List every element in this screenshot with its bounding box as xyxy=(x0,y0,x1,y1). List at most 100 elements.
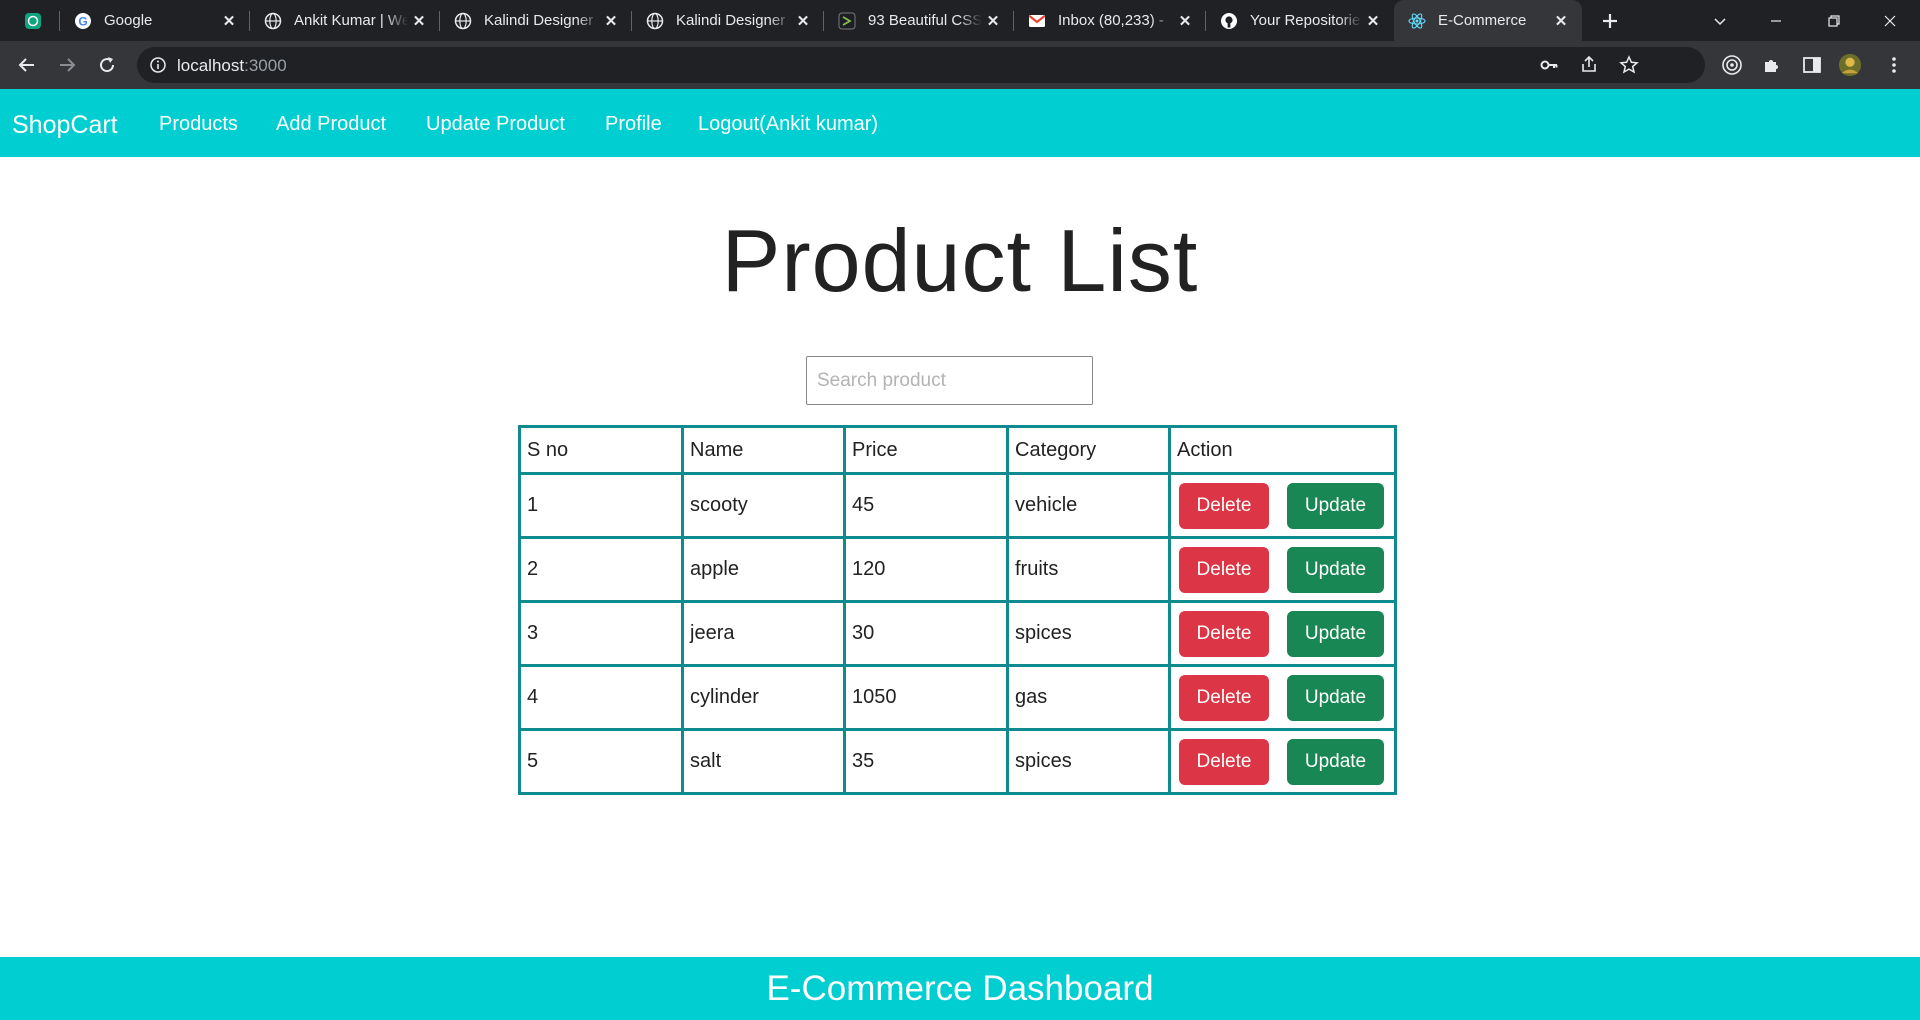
arrow-left-icon xyxy=(18,58,34,72)
cell-price: 30 xyxy=(843,600,1009,667)
header-name: Name xyxy=(681,425,846,475)
side-panel-icon[interactable] xyxy=(1800,53,1824,77)
extensions-puzzle-icon[interactable] xyxy=(1760,53,1784,77)
tab-kalindi-designer-1[interactable]: Kalindi Designer ✕ xyxy=(440,0,632,41)
close-icon[interactable]: ✕ xyxy=(218,10,240,32)
cell-category: spices xyxy=(1006,728,1171,795)
extension-target-icon[interactable] xyxy=(1720,53,1744,77)
share-icon[interactable] xyxy=(1577,53,1601,77)
globe-icon xyxy=(454,12,472,30)
star-icon[interactable] xyxy=(1617,53,1641,77)
globe-icon xyxy=(264,12,282,30)
page-title: Product List xyxy=(721,211,1199,310)
new-tab-button[interactable] xyxy=(1584,0,1636,41)
codepen-icon xyxy=(838,12,856,30)
update-button[interactable]: Update xyxy=(1287,610,1384,657)
search-input[interactable] xyxy=(806,356,1093,405)
tab-kalindi-designer-2[interactable]: Kalindi Designer ✕ xyxy=(632,0,824,41)
footer: E-Commerce Dashboard xyxy=(0,957,1920,1020)
close-icon[interactable]: ✕ xyxy=(408,10,430,32)
close-icon[interactable]: ✕ xyxy=(792,10,814,32)
nav-link-add-product[interactable]: Add Product xyxy=(276,113,386,136)
cell-category: spices xyxy=(1006,600,1171,667)
plus-icon xyxy=(1603,13,1617,28)
cell-category: gas xyxy=(1006,664,1171,731)
tab-search-button[interactable] xyxy=(1692,0,1748,41)
tab-e-commerce[interactable]: E-Commerce ✕ xyxy=(1394,0,1582,41)
tab-gmail[interactable]: Inbox (80,233) - ✕ xyxy=(1014,0,1206,41)
update-button[interactable]: Update xyxy=(1287,546,1384,593)
back-button[interactable] xyxy=(13,51,41,79)
tab-title: Kalindi Designer xyxy=(484,12,594,29)
profile-avatar[interactable] xyxy=(1838,53,1862,77)
brand-logo[interactable]: ShopCart xyxy=(12,111,118,140)
gmail-icon xyxy=(1028,12,1046,30)
delete-button[interactable]: Delete xyxy=(1179,738,1269,785)
table-row: 1 scooty 45 vehicle Delete Update xyxy=(518,472,1397,539)
tab-title: Kalindi Designer xyxy=(676,12,786,29)
nav-link-products[interactable]: Products xyxy=(159,113,238,136)
cell-sno: 3 xyxy=(518,600,684,667)
password-key-icon[interactable] xyxy=(1537,53,1561,77)
cell-actions: Delete Update xyxy=(1168,664,1397,731)
app-navbar: ShopCart Products Add Product Update Pro… xyxy=(0,89,1920,157)
close-window-button[interactable] xyxy=(1862,0,1918,41)
cell-sno: 2 xyxy=(518,536,684,603)
close-icon[interactable]: ✕ xyxy=(1174,10,1196,32)
cell-sno: 5 xyxy=(518,728,684,795)
tab-title: Your Repositories xyxy=(1250,12,1362,29)
restore-icon xyxy=(1828,14,1840,27)
browser-toolbar: localhost:3000 xyxy=(0,41,1920,89)
cell-price: 45 xyxy=(843,472,1009,539)
close-icon[interactable]: ✕ xyxy=(1362,10,1384,32)
delete-button[interactable]: Delete xyxy=(1179,674,1269,721)
update-button[interactable]: Update xyxy=(1287,674,1384,721)
delete-button[interactable]: Delete xyxy=(1179,546,1269,593)
cell-name: apple xyxy=(681,536,846,603)
cell-name: salt xyxy=(681,728,846,795)
svg-text:G: G xyxy=(78,14,87,28)
reload-icon xyxy=(100,57,115,73)
delete-button[interactable]: Delete xyxy=(1179,610,1269,657)
product-table: S no Name Price Category Action 1 scooty… xyxy=(518,425,1397,795)
table-row: 3 jeera 30 spices Delete Update xyxy=(518,600,1397,667)
github-icon xyxy=(1220,12,1238,30)
info-icon xyxy=(150,57,166,73)
update-button[interactable]: Update xyxy=(1287,738,1384,785)
tab-google[interactable]: G Google ✕ xyxy=(60,0,250,41)
tab-title: Google xyxy=(104,12,153,29)
url-text: localhost:3000 xyxy=(177,56,287,75)
table-row: 5 salt 35 spices Delete Update xyxy=(518,728,1397,795)
cell-price: 1050 xyxy=(843,664,1009,731)
header-action: Action xyxy=(1168,425,1397,475)
tab-ankit-kumar[interactable]: Ankit Kumar | Web Developer ✕ xyxy=(250,0,440,41)
nav-link-profile[interactable]: Profile xyxy=(605,113,662,136)
restore-button[interactable] xyxy=(1806,0,1862,41)
cell-price: 120 xyxy=(843,536,1009,603)
minimize-icon xyxy=(1771,19,1781,22)
tab-github[interactable]: Your Repositories ✕ xyxy=(1206,0,1394,41)
menu-kebab-icon[interactable] xyxy=(1882,53,1906,77)
tab-chatgpt[interactable] xyxy=(10,0,60,41)
address-bar[interactable]: localhost:3000 xyxy=(137,47,1705,83)
cell-actions: Delete Update xyxy=(1168,600,1397,667)
nav-link-update-product[interactable]: Update Product xyxy=(426,113,565,136)
update-button[interactable]: Update xyxy=(1287,482,1384,529)
close-icon[interactable]: ✕ xyxy=(600,10,622,32)
cell-actions: Delete Update xyxy=(1168,728,1397,795)
close-icon[interactable]: ✕ xyxy=(1550,10,1572,32)
delete-button[interactable]: Delete xyxy=(1179,482,1269,529)
tab-title: E-Commerce xyxy=(1438,12,1527,29)
table-row: 2 apple 120 fruits Delete Update xyxy=(518,536,1397,603)
table-row: 4 cylinder 1050 gas Delete Update xyxy=(518,664,1397,731)
header-sno: S no xyxy=(518,425,684,475)
close-icon[interactable]: ✕ xyxy=(982,10,1004,32)
minimize-button[interactable] xyxy=(1748,0,1804,41)
reload-button[interactable] xyxy=(93,51,121,79)
nav-link-logout[interactable]: Logout(Ankit kumar) xyxy=(698,113,878,136)
forward-button[interactable] xyxy=(53,51,81,79)
tab-css-gallery[interactable]: 93 Beautiful CSS ✕ xyxy=(824,0,1014,41)
cell-sno: 1 xyxy=(518,472,684,539)
header-category: Category xyxy=(1006,425,1171,475)
cell-sno: 4 xyxy=(518,664,684,731)
